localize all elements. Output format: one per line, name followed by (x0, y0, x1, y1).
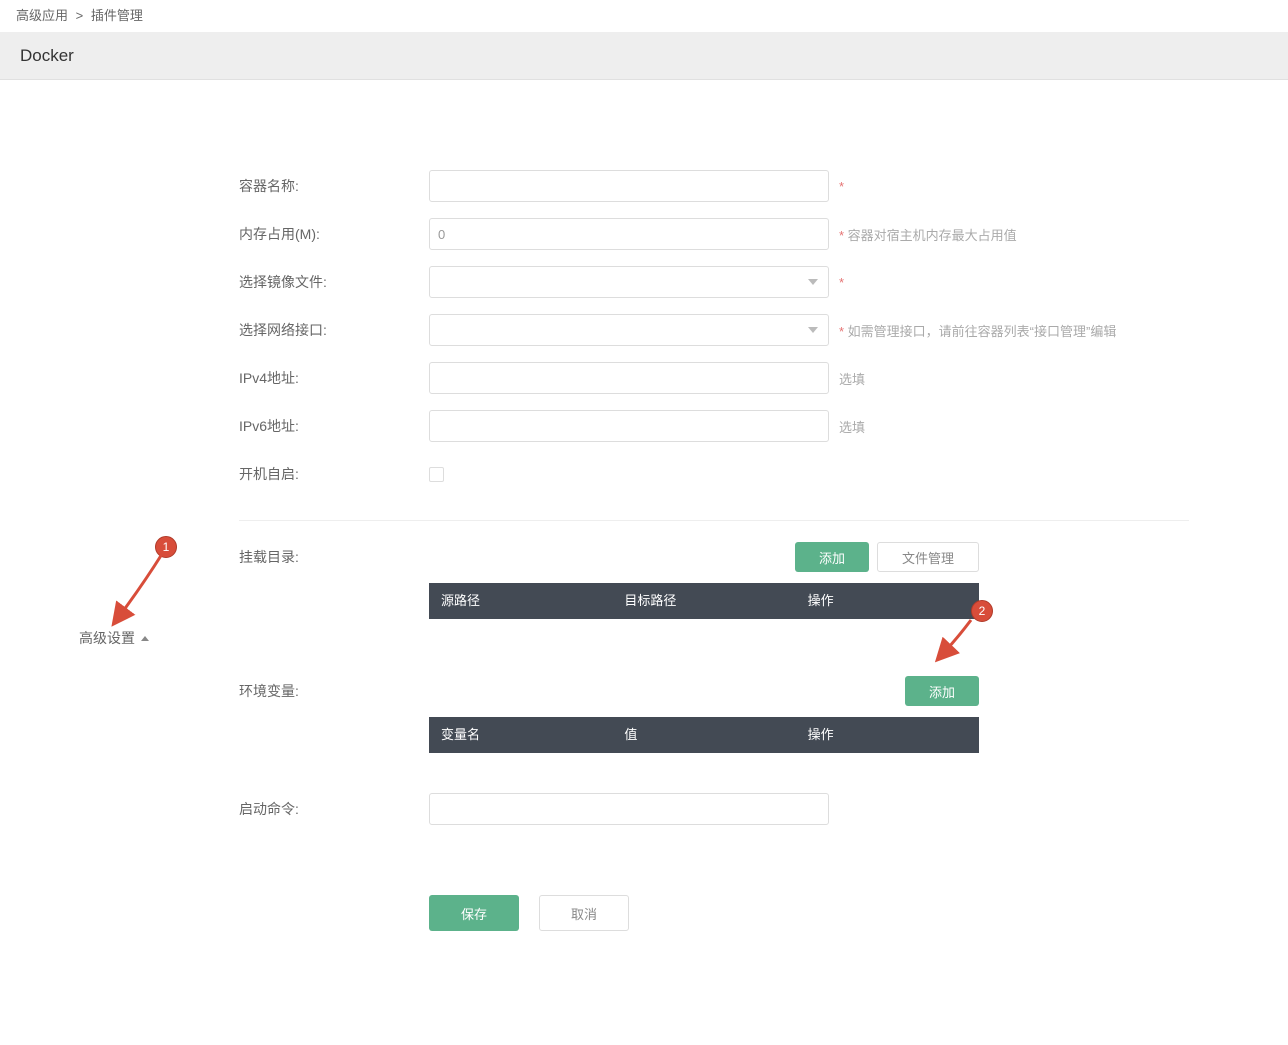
ipv4-input[interactable] (429, 362, 829, 394)
env-col-value: 值 (612, 717, 795, 753)
container-name-input[interactable] (429, 170, 829, 202)
env-col-action: 操作 (796, 717, 979, 753)
launch-cmd-label: 启动命令: (239, 799, 429, 819)
env-col-name: 变量名 (429, 717, 612, 753)
net-iface-hint: * 如需管理接口，请前往容器列表“接口管理”编辑 (839, 321, 1116, 340)
container-name-hint: * (839, 179, 844, 194)
image-file-select[interactable] (429, 266, 829, 298)
memory-label: 内存占用(M): (239, 224, 429, 244)
breadcrumb-parent[interactable]: 高级应用 (16, 8, 68, 23)
mount-add-button[interactable]: 添加 (795, 542, 869, 572)
cancel-button[interactable]: 取消 (539, 895, 629, 931)
breadcrumb[interactable]: 高级应用 > 插件管理 (0, 0, 1288, 32)
mount-col-source: 源路径 (429, 583, 612, 619)
container-name-label: 容器名称: (239, 176, 429, 196)
chevron-down-icon (808, 279, 818, 285)
advanced-settings-toggle[interactable]: 高级设置 (79, 628, 149, 648)
memory-hint: * 容器对宿主机内存最大占用值 (839, 225, 1017, 244)
annotation-badge-1: 1 (155, 536, 177, 558)
ipv6-label: IPv6地址: (239, 416, 429, 436)
net-iface-select[interactable] (429, 314, 829, 346)
env-add-button[interactable]: 添加 (905, 676, 979, 706)
ipv6-input[interactable] (429, 410, 829, 442)
image-file-hint: * (839, 275, 844, 290)
autostart-checkbox[interactable] (429, 467, 444, 482)
env-label: 环境变量: (239, 681, 429, 701)
env-table-header: 变量名 值 操作 (429, 717, 979, 753)
chevron-down-icon (808, 327, 818, 333)
annotation-1: 1 (107, 536, 187, 636)
save-button[interactable]: 保存 (429, 895, 519, 931)
mount-label: 挂载目录: (239, 547, 429, 567)
file-manage-button[interactable]: 文件管理 (877, 542, 979, 572)
page-title: Docker (0, 32, 1288, 80)
autostart-label: 开机自启: (239, 464, 429, 484)
breadcrumb-current[interactable]: 插件管理 (91, 8, 143, 23)
chevron-up-icon (141, 636, 149, 641)
ipv6-hint: 选填 (839, 417, 865, 436)
mount-col-target: 目标路径 (612, 583, 795, 619)
ipv4-label: IPv4地址: (239, 368, 429, 388)
breadcrumb-sep: > (76, 8, 84, 23)
advanced-settings-label: 高级设置 (79, 628, 135, 648)
ipv4-hint: 选填 (839, 369, 865, 388)
image-file-label: 选择镜像文件: (239, 272, 429, 292)
memory-input[interactable] (429, 218, 829, 250)
mount-table-header: 源路径 目标路径 操作 (429, 583, 979, 619)
mount-col-action: 操作 (796, 583, 979, 619)
net-iface-label: 选择网络接口: (239, 320, 429, 340)
section-divider (239, 520, 1189, 521)
launch-cmd-input[interactable] (429, 793, 829, 825)
